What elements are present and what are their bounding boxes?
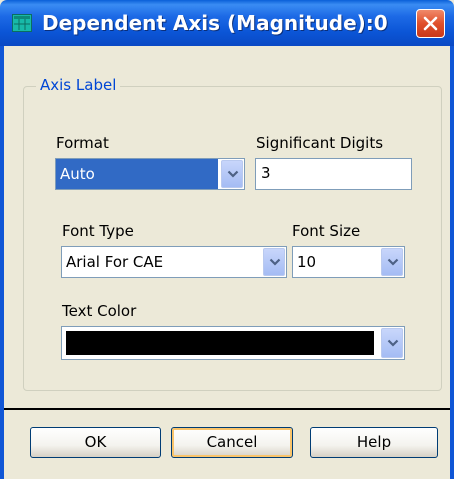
font-size-dropdown[interactable]: 10	[292, 246, 405, 278]
format-label: Format	[56, 134, 109, 152]
cancel-button[interactable]: Cancel	[171, 427, 293, 458]
format-dropdown-button[interactable]	[221, 160, 243, 188]
close-icon	[423, 16, 438, 31]
help-button[interactable]: Help	[310, 427, 438, 458]
significant-digits-label: Significant Digits	[256, 134, 384, 152]
close-button[interactable]	[416, 9, 445, 38]
chevron-down-icon	[269, 258, 281, 266]
window-border-right	[450, 46, 454, 479]
font-size-dropdown-button[interactable]	[381, 248, 403, 276]
ok-button[interactable]: OK	[30, 427, 161, 458]
window-title: Dependent Axis (Magnitude):0	[42, 11, 388, 35]
axis-label-group-title: Axis Label	[36, 76, 121, 94]
font-type-label: Font Type	[62, 222, 134, 240]
text-color-label: Text Color	[62, 302, 137, 320]
chevron-down-icon	[227, 170, 239, 178]
text-color-dropdown-button[interactable]	[381, 328, 403, 358]
font-size-value: 10	[297, 253, 317, 271]
font-type-value: Arial For CAE	[66, 253, 164, 271]
chevron-down-icon	[387, 258, 399, 266]
title-bar[interactable]: Dependent Axis (Magnitude):0	[0, 0, 454, 46]
button-separator	[4, 408, 450, 410]
format-dropdown[interactable]: Auto	[55, 158, 245, 190]
font-type-dropdown-button[interactable]	[263, 248, 285, 276]
window-icon	[12, 14, 32, 32]
dialog-window: Dependent Axis (Magnitude):0 Axis Label …	[0, 0, 454, 479]
text-color-swatch	[66, 331, 374, 355]
text-color-dropdown[interactable]	[61, 326, 405, 360]
significant-digits-input[interactable]: 3	[255, 158, 412, 190]
chevron-down-icon	[387, 339, 399, 347]
format-value: Auto	[56, 159, 218, 189]
font-size-label: Font Size	[292, 222, 361, 240]
font-type-dropdown[interactable]: Arial For CAE	[61, 246, 287, 278]
window-border-left	[0, 46, 4, 479]
